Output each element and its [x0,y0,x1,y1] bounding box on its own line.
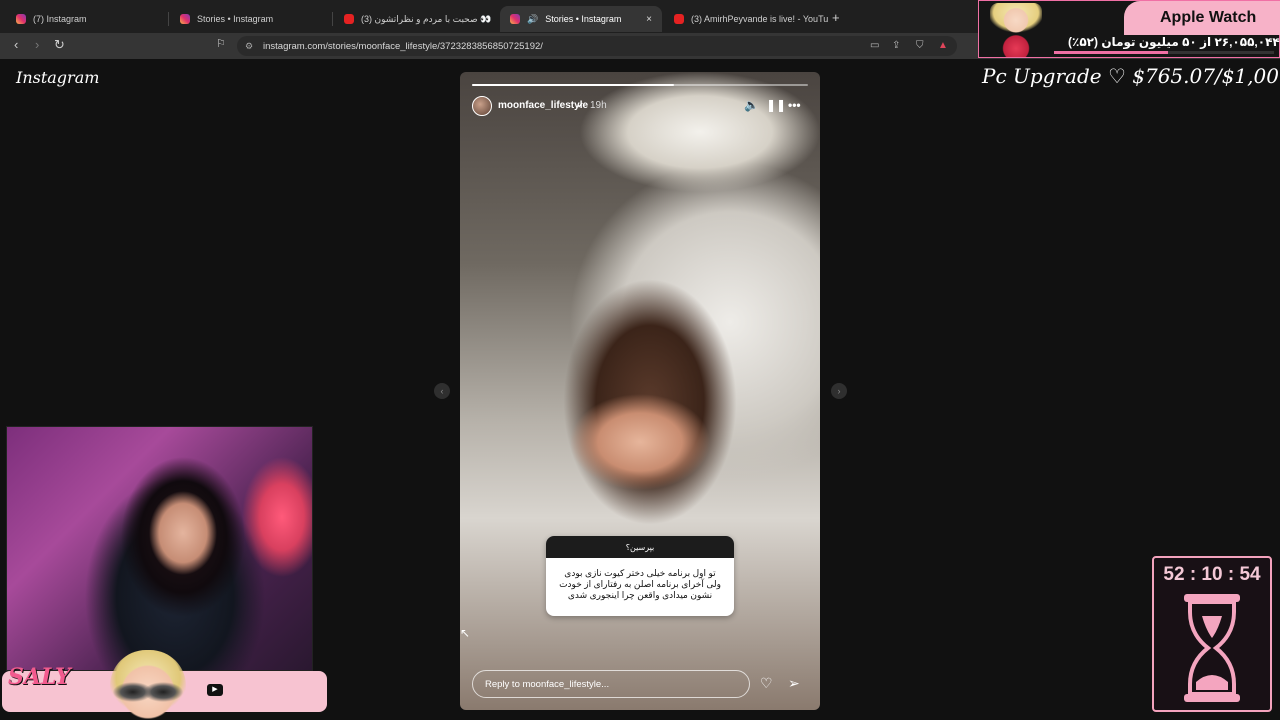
question-sticker-text: تو اول برنامه خیلی دختر کیوت نازی بودی و… [559,568,721,600]
streamer-cartoon-avatar [110,650,186,720]
story-progress-bar [472,84,808,86]
more-options-icon[interactable]: ••• [788,98,801,112]
story-viewer[interactable]: moonface_lifestyle ✔ 19h 🔈 ❚❚ ••• بپرسین… [460,72,820,710]
youtube-icon [674,14,684,24]
streamer-avatar-sticker [990,3,1042,57]
question-sticker-title: بپرسین؟ [546,536,734,558]
instagram-icon [510,14,520,24]
tab-stories-instagram-active[interactable]: 🔊 Stories • Instagram × [500,6,662,32]
reload-icon[interactable]: ↻ [54,37,65,53]
story-time: 19h [590,100,607,111]
next-story-button[interactable]: › [831,383,847,399]
tab-title: Stories • Instagram [197,14,274,24]
pc-upgrade-goal: Pc Upgrade ♡ $765.07/$1,000 [982,64,1280,88]
youtube-icon [344,14,354,24]
speaker-icon: 🔊 [527,13,539,24]
address-bar[interactable]: ⚙ instagram.com/stories/moonface_lifesty… [237,36,957,56]
instagram-icon [16,14,26,24]
previous-story-button[interactable]: ‹ [434,383,450,399]
mute-icon[interactable]: 🔈 [744,98,759,112]
address-url: instagram.com/stories/moonface_lifestyle… [263,40,543,52]
hourglass-icon [1184,594,1240,702]
youtube-icon: ▶ [207,684,223,696]
forward-icon[interactable]: › [35,37,39,52]
tab-stories-instagram[interactable]: Stories • Instagram [170,6,330,32]
like-heart-icon[interactable]: ♡ [760,675,773,692]
webcam-feed [6,426,313,671]
stream-timer: 52 : 10 : 54 [1163,564,1261,585]
instagram-logo[interactable]: Instagram [16,68,99,87]
close-tab-button[interactable]: × [646,14,652,25]
story-user-avatar[interactable] [472,96,492,116]
tab-title: (7) Instagram [33,14,87,24]
new-tab-button[interactable]: + [832,10,840,25]
instagram-icon [180,14,190,24]
tab-youtube-video[interactable]: (3) صحبت با مردم و نظراتشون 👀 [334,6,498,32]
donation-progress-fill [1054,51,1169,54]
shield-icon[interactable]: ⛉ [916,40,924,51]
question-sticker: بپرسین؟ تو اول برنامه خیلی دختر کیوت ناز… [546,536,734,616]
screen: (7) Instagram Stories • Instagram (3) صح… [0,0,1280,720]
pause-icon[interactable]: ❚❚ [766,98,786,112]
tab-separator [168,12,169,26]
share-icon[interactable]: ⇪ [892,40,900,51]
send-icon[interactable]: ➢ [788,675,800,692]
verified-badge-icon: ✔ [577,101,584,110]
extension-icon[interactable]: ▲ [938,40,948,51]
story-username[interactable]: moonface_lifestyle [498,100,588,111]
stream-timer-widget: 52 : 10 : 54 [1152,556,1272,712]
bookmark-icon[interactable]: ⚐ [216,37,226,50]
streamer-logo: SALY [8,664,71,690]
tab-title: (3) AmirhPeyvande is live! - YouTube [691,14,828,24]
tab-title: Stories • Instagram [545,14,622,24]
cast-icon[interactable]: ▭ [870,40,879,51]
tab-separator [332,12,333,26]
donation-progress-text: ۲۶,۰۵۵,۰۴۴ از ۵۰ میلیون تومان (۵۲٪) [1068,35,1280,49]
tab-title: (3) صحبت با مردم و نظراتشون 👀 [361,13,492,24]
donation-title: Apple Watch [1160,9,1257,26]
mouse-cursor-icon: ↖ [460,626,471,640]
tab-youtube-live[interactable]: (3) AmirhPeyvande is live! - YouTube [664,6,828,32]
story-progress-fill [472,84,674,86]
back-icon[interactable]: ‹ [14,37,18,52]
site-info-icon[interactable]: ⚙ [245,41,253,52]
reply-input[interactable]: Reply to moonface_lifestyle... [472,670,750,698]
tab-instagram-notifications[interactable]: (7) Instagram [6,6,166,32]
donation-progress-bar [1054,51,1274,54]
